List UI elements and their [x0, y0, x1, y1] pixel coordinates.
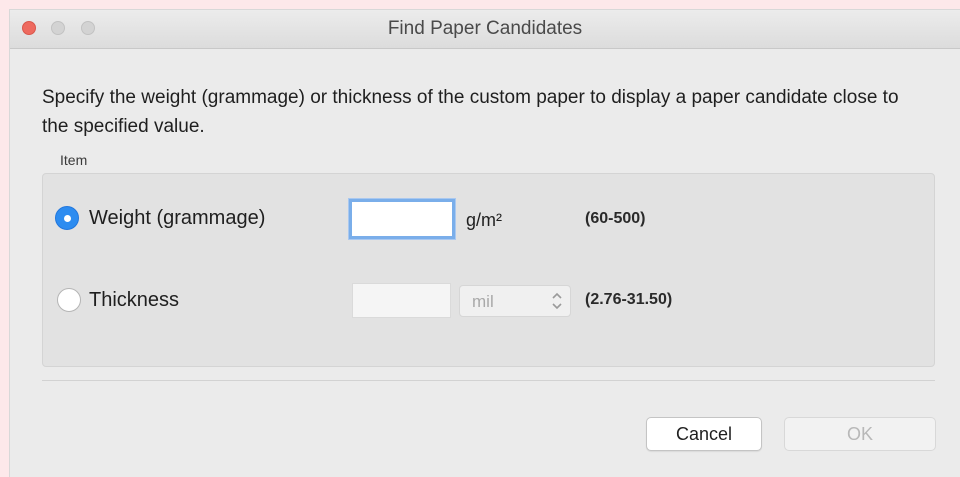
thickness-unit-value: mil: [472, 292, 494, 311]
cancel-button[interactable]: Cancel: [646, 417, 762, 451]
weight-range: (60-500): [585, 210, 646, 227]
thickness-unit-select[interactable]: mil: [459, 285, 571, 317]
weight-unit: g/m²: [466, 210, 502, 230]
item-group-box: [42, 173, 935, 367]
thickness-radio[interactable]: [57, 288, 81, 312]
window-title: Find Paper Candidates: [387, 18, 583, 39]
title-bar[interactable]: Find Paper Candidates: [10, 10, 960, 49]
divider: [42, 380, 935, 381]
item-group-label: Item: [60, 152, 88, 168]
instructions-text: Specify the weight (grammage) or thickne…: [42, 87, 899, 137]
weight-label[interactable]: Weight (grammage): [89, 207, 265, 230]
dialog-window: Find Paper Candidates Specify the weight…: [10, 10, 960, 477]
thickness-input[interactable]: [352, 283, 451, 318]
weight-radio[interactable]: [55, 206, 79, 230]
chevron-up-down-icon: [552, 292, 562, 310]
ok-button[interactable]: OK: [784, 417, 936, 451]
thickness-range: (2.76-31.50): [585, 291, 673, 308]
weight-input[interactable]: [349, 199, 455, 239]
thickness-label[interactable]: Thickness: [89, 289, 179, 312]
